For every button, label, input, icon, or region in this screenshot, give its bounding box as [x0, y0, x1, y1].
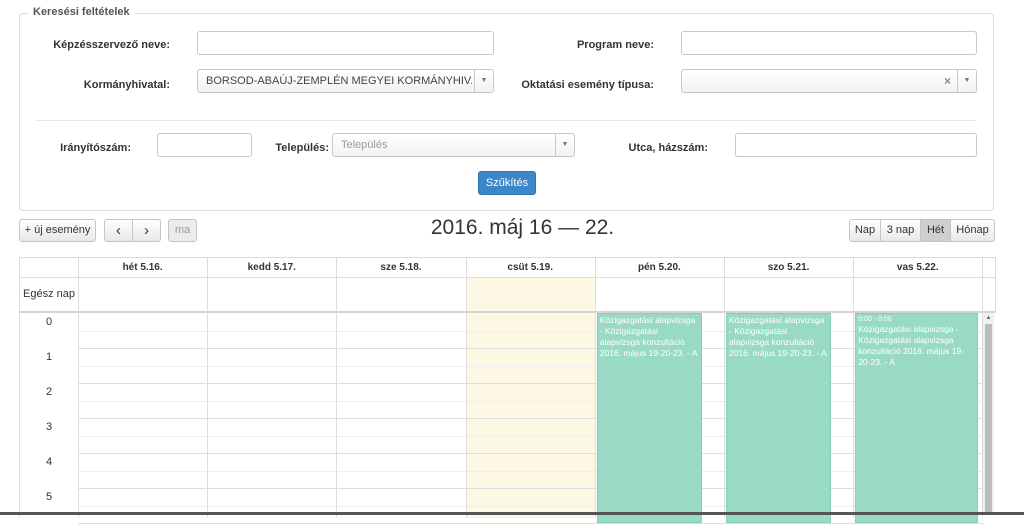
hour-label: 5 — [45, 491, 53, 503]
scroll-up-icon[interactable]: ▲ — [983, 313, 994, 323]
event-type-select[interactable]: × ▼ — [681, 69, 977, 93]
event-type-label: Oktatási esemény típusa: — [521, 79, 654, 91]
time-slot-line — [78, 470, 984, 472]
allday-cell[interactable] — [724, 278, 853, 311]
calendar-event[interactable]: 0:00 - 0:00 Közigazgatási alapvizsga - Kö… — [855, 313, 979, 523]
allday-cell[interactable] — [466, 278, 595, 311]
chevron-down-icon[interactable]: ▼ — [474, 70, 493, 92]
today-button[interactable]: ma — [168, 219, 197, 242]
allday-cell[interactable] — [853, 278, 982, 311]
event-title: Közigazgatási alapvizsga - Közigazgatási… — [729, 315, 827, 358]
allday-cell[interactable] — [336, 278, 465, 311]
view-3day-button[interactable]: 3 nap — [880, 219, 921, 242]
filter-submit-button[interactable]: Szűkítés — [478, 171, 536, 195]
filters-legend: Keresési feltételek — [28, 6, 135, 18]
day-header: pén 5.20. — [637, 262, 681, 273]
scrollbar-thumb[interactable] — [985, 324, 992, 515]
program-input[interactable] — [681, 31, 977, 55]
office-label: Kormányhivatal: — [83, 79, 170, 91]
day-header: hét 5.16. — [122, 262, 163, 273]
street-input[interactable] — [735, 133, 977, 157]
event-time: 0:00 - 0:00 — [858, 316, 892, 323]
time-slot-line — [78, 348, 984, 349]
time-slot-line — [78, 488, 984, 489]
office-select[interactable]: BORSOD-ABAÚJ-ZEMPLÉN MEGYEI KORMÁNYHIV..… — [197, 69, 494, 93]
allday-divider — [20, 311, 996, 313]
day-header: szo 5.21. — [767, 262, 810, 273]
day-header: kedd 5.17. — [247, 262, 296, 273]
view-month-button[interactable]: Hónap — [950, 219, 995, 242]
time-slot-line — [78, 383, 984, 384]
hour-label: 1 — [45, 351, 53, 363]
hour-label: 2 — [45, 386, 53, 398]
calendar-title: 2016. máj 16 — 22. — [430, 216, 615, 239]
hour-label: 3 — [45, 421, 53, 433]
time-slot-line — [78, 505, 984, 507]
time-slot-line — [78, 400, 984, 402]
event-title: Közigazgatási alapvizsga - Közigazgatási… — [858, 324, 965, 367]
chevron-down-icon[interactable]: ▼ — [957, 70, 976, 92]
city-select[interactable]: Település ▼ — [332, 133, 575, 157]
chevron-down-icon[interactable]: ▼ — [555, 134, 574, 156]
hour-label: 4 — [45, 456, 53, 468]
allday-label: Egész nap — [23, 288, 75, 300]
chevron-left-icon[interactable]: ‹ — [104, 219, 133, 242]
today-column-highlight — [465, 278, 595, 518]
view-week-button[interactable]: Hét — [920, 219, 951, 242]
day-header: csüt 5.19. — [507, 262, 553, 273]
clear-icon[interactable]: × — [944, 70, 951, 92]
office-select-value: BORSOD-ABAÚJ-ZEMPLÉN MEGYEI KORMÁNYHIV..… — [206, 75, 472, 87]
allday-cell[interactable] — [78, 278, 207, 311]
city-select-placeholder: Település — [341, 139, 388, 151]
allday-cell[interactable] — [207, 278, 336, 311]
street-label: Utca, házszám: — [628, 142, 708, 154]
event-title: Közigazgatási alapvizsga - Közigazgatási… — [599, 315, 698, 358]
time-slot-line — [78, 365, 984, 367]
calendar-event[interactable]: Közigazgatási alapvizsga - Közigazgatási… — [726, 313, 832, 523]
grid-right-edge — [995, 258, 996, 313]
hour-label: 0 — [45, 316, 53, 328]
organizer-label: Képzésszervező neve: — [53, 39, 170, 51]
organizer-input[interactable] — [197, 31, 494, 55]
city-label: Település: — [275, 142, 329, 154]
calendar-event[interactable]: Közigazgatási alapvizsga - Közigazgatási… — [596, 313, 702, 523]
day-header: vas 5.22. — [896, 262, 939, 273]
allday-cell[interactable] — [595, 278, 724, 311]
time-slot-line — [78, 418, 984, 419]
zip-input[interactable] — [157, 133, 252, 157]
time-slot-line — [78, 330, 984, 332]
program-label: Program neve: — [576, 39, 654, 51]
time-slot-line — [78, 453, 984, 454]
time-slot-line — [78, 435, 984, 437]
day-header: sze 5.18. — [380, 262, 422, 273]
new-event-button[interactable]: + új esemény — [19, 219, 96, 242]
filters-divider — [36, 120, 976, 121]
zip-label: Irányítószám: — [60, 142, 131, 154]
chevron-right-icon[interactable]: › — [132, 219, 161, 242]
week-calendar-grid: hét 5.16. kedd 5.17. sze 5.18. csüt 5.19. pé… — [19, 257, 996, 524]
view-day-button[interactable]: Nap — [849, 219, 881, 242]
